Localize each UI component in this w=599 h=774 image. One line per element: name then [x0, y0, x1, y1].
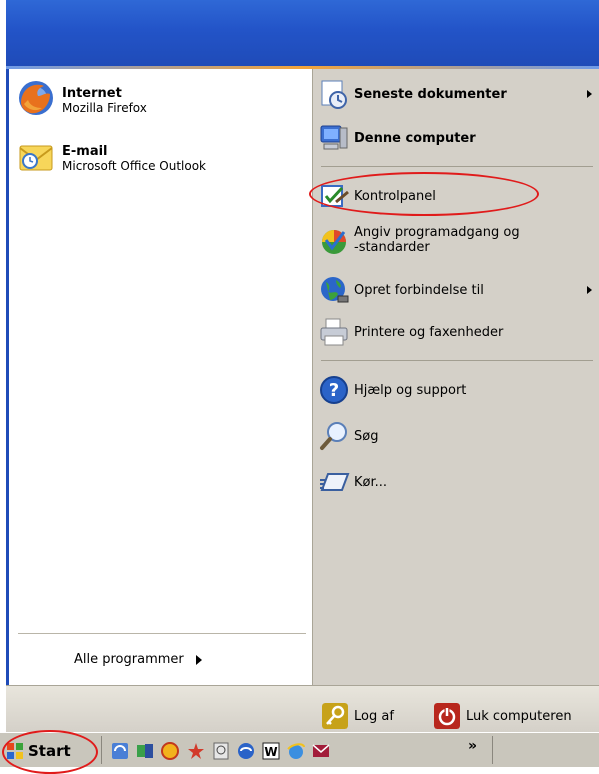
quicklaunch-app-icon[interactable]	[186, 741, 206, 761]
right-separator	[321, 360, 593, 361]
pinned-internet-title: Internet	[62, 86, 122, 101]
shutdown-label: Luk computeren	[466, 708, 572, 724]
quicklaunch-app-icon[interactable]	[160, 741, 180, 761]
quicklaunch-app-icon[interactable]	[311, 741, 331, 761]
arrow-right-icon	[195, 654, 202, 665]
start-label: Start	[28, 742, 71, 760]
all-programs-separator	[18, 633, 306, 634]
right-item-label: Opret forbindelse til	[354, 282, 484, 298]
all-programs-button[interactable]: Alle programmer	[74, 652, 202, 667]
right-item-label: Seneste dokumenter	[354, 86, 507, 102]
right-item-label: Søg	[354, 428, 379, 444]
taskbar-separator	[101, 736, 102, 764]
pinned-internet[interactable]: Internet Mozilla Firefox	[16, 78, 147, 118]
printer-icon	[320, 318, 348, 346]
quicklaunch-app-icon[interactable]	[211, 741, 231, 761]
menu-header	[6, 0, 599, 66]
svg-text:W: W	[264, 745, 277, 759]
right-item-printers[interactable]: Printere og faxenheder	[318, 316, 503, 348]
right-item-connect-to[interactable]: Opret forbindelse til	[318, 274, 596, 306]
right-item-label: Denne computer	[354, 130, 476, 146]
taskbar-separator	[492, 736, 493, 764]
windows-logo-icon	[7, 743, 23, 759]
quicklaunch-overflow-button[interactable]: »	[468, 738, 477, 754]
start-button[interactable]: Start	[6, 738, 90, 764]
right-item-label: Kontrolpanel	[354, 188, 436, 204]
left-panel-border	[6, 69, 9, 685]
shutdown-button[interactable]: Luk computeren	[434, 703, 572, 729]
panel-divider	[312, 69, 313, 685]
key-icon	[322, 703, 348, 729]
pinned-email-title: E-mail	[62, 144, 108, 159]
run-icon	[320, 473, 350, 491]
globe-icon	[321, 277, 349, 303]
pinned-internet-sub: Mozilla Firefox	[62, 101, 147, 115]
logoff-button[interactable]: Log af	[322, 703, 394, 729]
control-panel-icon	[321, 185, 349, 207]
computer-icon	[320, 125, 348, 150]
right-item-my-computer[interactable]: Denne computer	[318, 122, 476, 154]
pinned-email[interactable]: E-mail Microsoft Office Outlook	[16, 136, 206, 176]
power-icon	[434, 703, 460, 729]
right-item-label: Printere og faxenheder	[354, 324, 504, 340]
right-separator	[321, 166, 593, 167]
recent-documents-icon	[321, 80, 347, 109]
right-item-recent-documents[interactable]: Seneste dokumenter	[318, 78, 596, 110]
right-item-search[interactable]: Søg	[318, 420, 378, 452]
quicklaunch-app-icon[interactable]	[110, 741, 130, 761]
right-item-program-access[interactable]: Angiv programadgang og -standarder	[318, 224, 520, 256]
pinned-email-sub: Microsoft Office Outlook	[62, 159, 206, 173]
right-item-label: Angiv programadgang og -standarder	[354, 225, 520, 255]
search-icon	[320, 422, 347, 450]
program-access-icon	[322, 230, 346, 254]
right-item-run[interactable]: Kør...	[318, 466, 387, 498]
right-item-help[interactable]: ? Hjælp og support	[318, 374, 466, 406]
quicklaunch-app-icon[interactable]: W	[261, 741, 281, 761]
internet-explorer-icon[interactable]	[286, 741, 306, 761]
firefox-icon	[19, 81, 53, 115]
outlook-icon	[19, 145, 53, 171]
logoff-label: Log af	[354, 708, 394, 724]
arrow-right-icon	[587, 286, 592, 294]
arrow-right-icon	[587, 90, 592, 98]
help-icon: ?	[320, 376, 348, 404]
right-item-label: Hjælp og support	[354, 382, 467, 398]
right-item-label: Kør...	[354, 474, 388, 490]
svg-text:?: ?	[329, 380, 339, 401]
quicklaunch-app-icon[interactable]	[135, 741, 155, 761]
quicklaunch-app-icon[interactable]	[236, 741, 256, 761]
all-programs-label: Alle programmer	[74, 652, 184, 667]
right-item-control-panel[interactable]: Kontrolpanel	[318, 180, 436, 212]
